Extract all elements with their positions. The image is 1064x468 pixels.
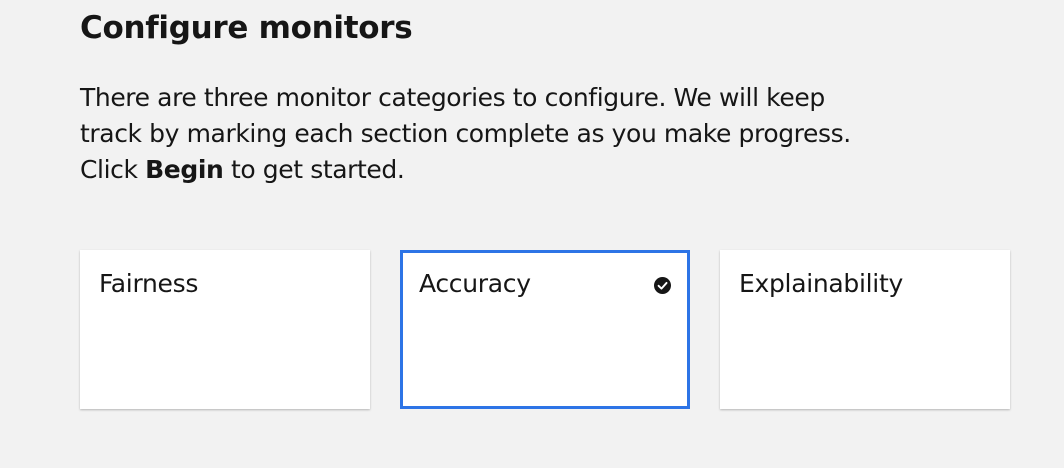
page-title: Configure monitors [80, 10, 413, 46]
intro-line-1: There are three monitor categories to co… [80, 83, 825, 112]
intro-click-word: Click [80, 155, 138, 184]
card-explainability[interactable]: Explainability [720, 250, 1010, 409]
card-label-explainability: Explainability [739, 269, 903, 298]
card-accuracy[interactable]: Accuracy [400, 250, 690, 409]
checkmark-filled-icon [654, 277, 671, 294]
intro-line-2: track by marking each section complete a… [80, 119, 851, 148]
intro-text: There are three monitor categories to co… [80, 80, 880, 188]
intro-end: to get started. [230, 155, 405, 184]
monitor-categories: Fairness Accuracy Explainability [80, 250, 1010, 409]
intro-begin-word: Begin [145, 155, 224, 184]
card-label-fairness: Fairness [99, 269, 199, 298]
card-label-accuracy: Accuracy [419, 269, 531, 298]
card-fairness[interactable]: Fairness [80, 250, 370, 409]
